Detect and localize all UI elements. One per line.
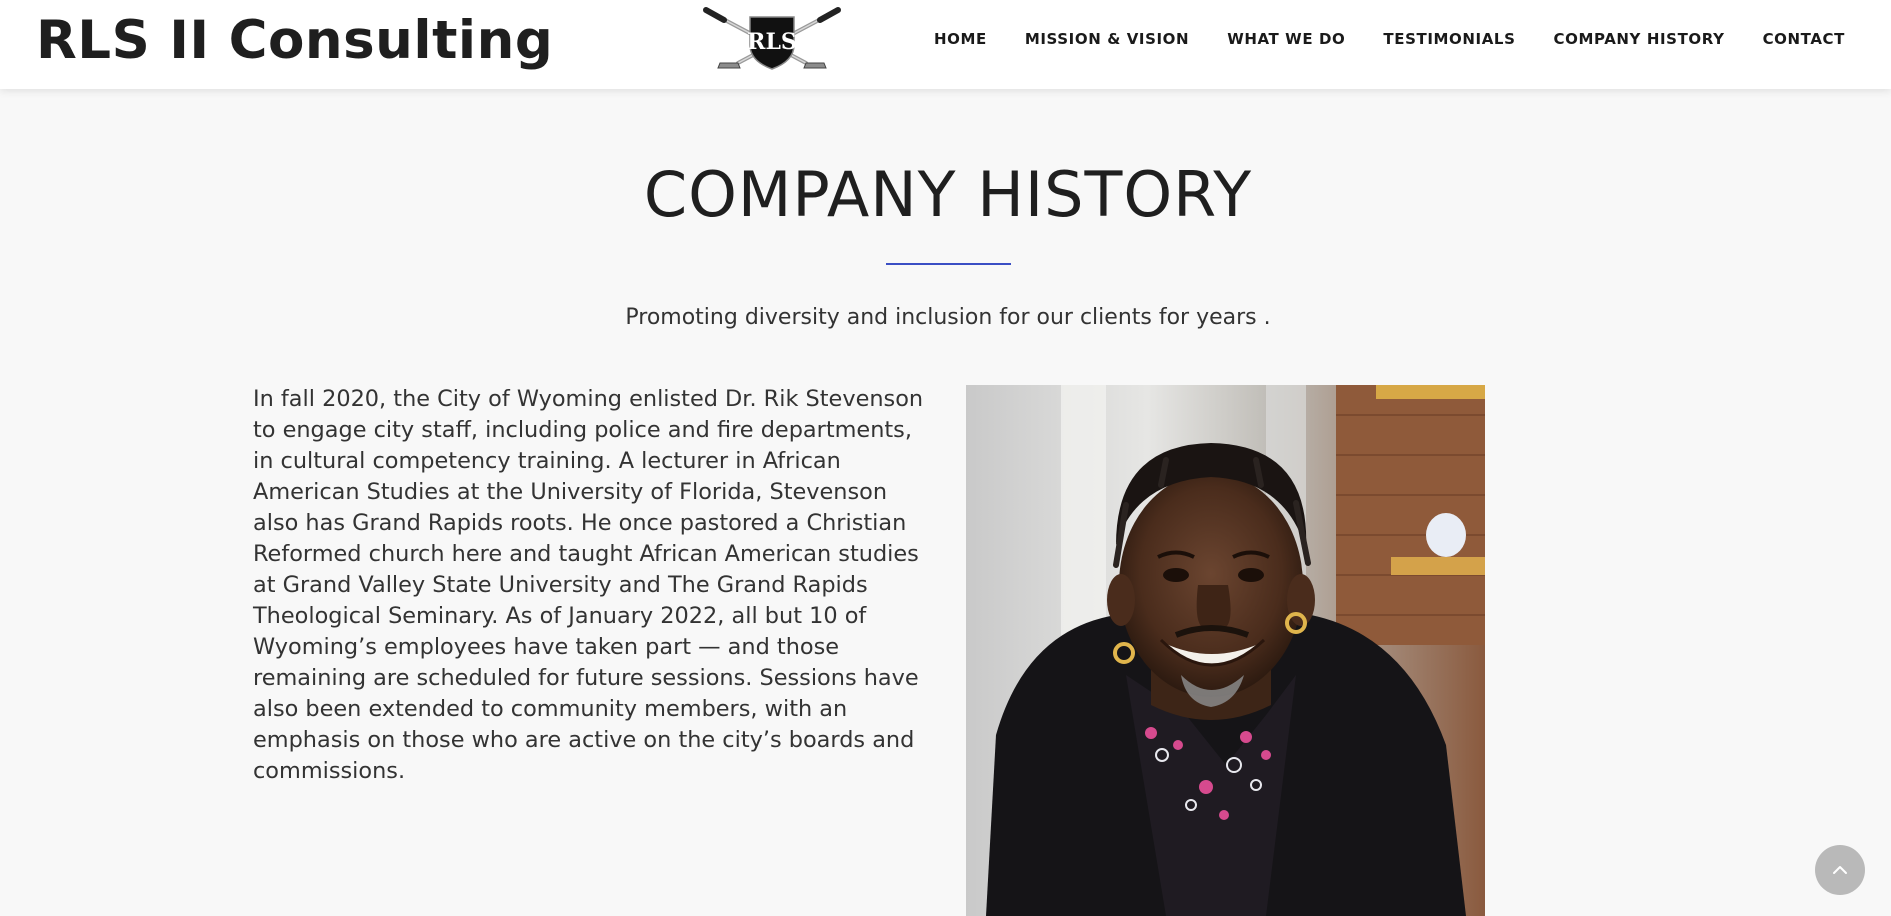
page-subtitle: Promoting diversity and inclusion for ou… <box>625 305 1271 330</box>
logo-icon: RLS <box>703 7 841 70</box>
brand-title[interactable]: RLS II Consulting <box>36 10 553 71</box>
svg-text:RLS: RLS <box>747 29 797 55</box>
nav-contact[interactable]: CONTACT <box>1763 30 1845 48</box>
main-nav: HOME MISSION & VISION WHAT WE DO TESTIMO… <box>934 30 1845 48</box>
site-header: RLS II Consulting RLS HOME MISSION & VIS… <box>0 0 1891 89</box>
nav-company-history[interactable]: COMPANY HISTORY <box>1553 30 1724 48</box>
title-divider <box>886 263 1011 265</box>
nav-home[interactable]: HOME <box>934 30 987 48</box>
chevron-up-icon <box>1833 866 1847 874</box>
portrait-photo <box>966 385 1485 916</box>
nav-testimonials[interactable]: TESTIMONIALS <box>1383 30 1515 48</box>
portrait-image <box>966 385 1485 916</box>
scroll-to-top-button[interactable] <box>1815 845 1865 895</box>
nav-what-we-do[interactable]: WHAT WE DO <box>1227 30 1345 48</box>
page-title: COMPANY HISTORY <box>643 158 1253 231</box>
nav-mission-vision[interactable]: MISSION & VISION <box>1025 30 1189 48</box>
history-text: In fall 2020, the City of Wyoming enlist… <box>253 386 924 784</box>
